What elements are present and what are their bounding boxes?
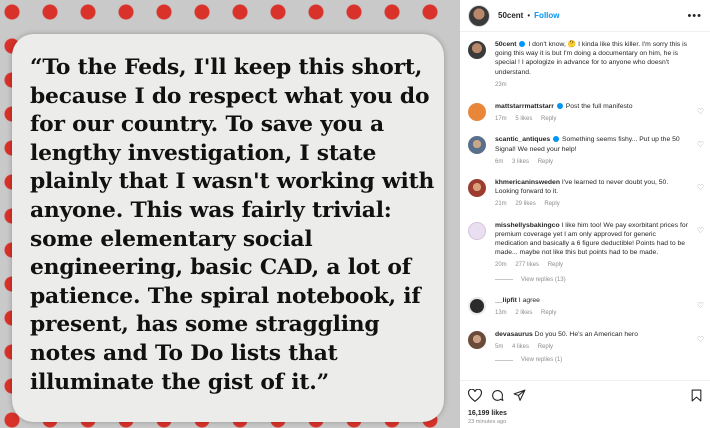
post-header: 50cent • Follow ••• bbox=[460, 0, 710, 32]
comment-username[interactable]: 50cent bbox=[495, 41, 517, 48]
heart-icon[interactable]: ♡ bbox=[697, 226, 704, 235]
heart-icon[interactable]: ♡ bbox=[697, 335, 704, 344]
comment-time: 6m bbox=[495, 158, 504, 165]
comment-meta: 23m bbox=[495, 81, 690, 90]
comment-time: 5m bbox=[495, 344, 504, 351]
verified-icon bbox=[556, 103, 563, 110]
caption-comment: 50cent I don't know, 🤔 I kinda like this… bbox=[468, 40, 704, 90]
view-replies-button[interactable]: View replies (1) bbox=[495, 357, 704, 363]
reply-button[interactable]: Reply bbox=[541, 116, 556, 122]
comment-meta: 5m 4 likes Reply bbox=[495, 343, 690, 352]
comment-username[interactable]: misshellysbakingco bbox=[495, 222, 560, 229]
comment-username[interactable]: __lipfit bbox=[495, 297, 517, 304]
verified-icon bbox=[519, 41, 526, 47]
heart-icon[interactable]: ♡ bbox=[697, 183, 704, 192]
follow-button[interactable]: Follow bbox=[534, 11, 559, 20]
author-username[interactable]: 50cent bbox=[498, 11, 523, 20]
list-item: scantic_antiques Something seems fishy..… bbox=[468, 135, 704, 167]
list-item: __lipfit I agree 13m 2 likes Reply ♡ bbox=[468, 296, 704, 318]
reply-button[interactable]: Reply bbox=[541, 310, 556, 316]
avatar[interactable] bbox=[468, 41, 486, 59]
comment-likes[interactable]: 29 likes bbox=[515, 201, 535, 207]
comment-username[interactable]: khmericaninsweden bbox=[495, 179, 560, 186]
reply-button[interactable]: Reply bbox=[538, 159, 553, 165]
author-avatar[interactable] bbox=[468, 4, 490, 27]
comment-icon[interactable] bbox=[491, 389, 504, 402]
comment-time: 13m bbox=[495, 309, 507, 316]
comment-text: I agree bbox=[518, 296, 540, 304]
heart-icon[interactable]: ♡ bbox=[697, 107, 704, 116]
post-time: 23 minutes ago bbox=[468, 419, 507, 425]
avatar[interactable] bbox=[468, 179, 486, 198]
comment-username[interactable]: mattstarrmattstarr bbox=[495, 103, 554, 110]
replies-line bbox=[495, 279, 513, 281]
comment-likes[interactable]: 277 likes bbox=[515, 262, 539, 268]
comment-text: Post the full manifesto bbox=[565, 103, 633, 111]
bookmark-icon[interactable] bbox=[691, 389, 702, 402]
view-replies-label: View replies (13) bbox=[521, 276, 566, 283]
avatar[interactable] bbox=[468, 221, 486, 240]
more-options-icon[interactable]: ••• bbox=[687, 10, 702, 22]
heart-icon[interactable]: ♡ bbox=[697, 140, 704, 149]
comments-panel: 50cent • Follow ••• 50cent I don't know,… bbox=[460, 0, 710, 428]
comment-time: 23m bbox=[495, 81, 507, 88]
comment-time: 21m bbox=[495, 201, 507, 208]
list-item: devasaurus Do you 50. He's an American h… bbox=[468, 330, 704, 352]
comment-username[interactable]: scantic_antiques bbox=[495, 136, 550, 143]
verified-icon bbox=[553, 136, 560, 143]
comment-time: 20m bbox=[495, 262, 507, 269]
list-item: misshellysbakingco I like him too! We pa… bbox=[468, 221, 704, 271]
comment-time: 17m bbox=[495, 116, 507, 123]
view-replies-button[interactable]: View replies (13) bbox=[495, 277, 704, 283]
comment-meta: 20m 277 likes Reply bbox=[495, 261, 690, 270]
avatar[interactable] bbox=[468, 103, 486, 122]
share-icon[interactable] bbox=[513, 389, 526, 402]
avatar[interactable] bbox=[468, 136, 486, 155]
heart-icon[interactable]: ♡ bbox=[697, 301, 704, 310]
reply-button[interactable]: Reply bbox=[538, 344, 553, 350]
list-item: khmericaninsweden I've learned to never … bbox=[468, 178, 704, 210]
comment-meta: 6m 3 likes Reply bbox=[495, 158, 690, 167]
comment-meta: 17m 5 likes Reply bbox=[495, 115, 690, 124]
comment-list: 50cent I don't know, 🤔 I kinda like this… bbox=[460, 40, 710, 363]
comment-username[interactable]: devasaurus bbox=[495, 331, 533, 338]
reply-button[interactable]: Reply bbox=[544, 201, 559, 207]
post-image[interactable]: “To the Feds, I'll keep this short, beca… bbox=[0, 0, 460, 428]
action-icons bbox=[468, 387, 702, 403]
comment-text: Do you 50. He's an American hero bbox=[534, 331, 638, 339]
header-separator: • bbox=[527, 11, 531, 20]
comment-likes[interactable]: 2 likes bbox=[515, 310, 532, 316]
likes-count[interactable]: 16,199 likes bbox=[468, 410, 702, 417]
action-bar: 16,199 likes 23 minutes ago bbox=[460, 380, 710, 425]
view-replies-label: View replies (1) bbox=[521, 357, 563, 364]
like-heart-icon[interactable] bbox=[468, 388, 482, 402]
avatar[interactable] bbox=[468, 331, 486, 350]
comment-likes[interactable]: 3 likes bbox=[512, 159, 529, 165]
replies-line bbox=[495, 359, 513, 361]
quote-text: “To the Feds, I'll keep this short, beca… bbox=[30, 55, 435, 395]
comment-meta: 21m 29 likes Reply bbox=[495, 200, 690, 209]
reply-button[interactable]: Reply bbox=[548, 262, 563, 268]
comment-likes[interactable]: 5 likes bbox=[515, 116, 532, 122]
avatar[interactable] bbox=[468, 296, 486, 315]
comment-likes[interactable]: 4 likes bbox=[512, 344, 529, 350]
list-item: mattstarrmattstarr Post the full manifes… bbox=[468, 102, 704, 124]
comment-meta: 13m 2 likes Reply bbox=[495, 309, 690, 318]
